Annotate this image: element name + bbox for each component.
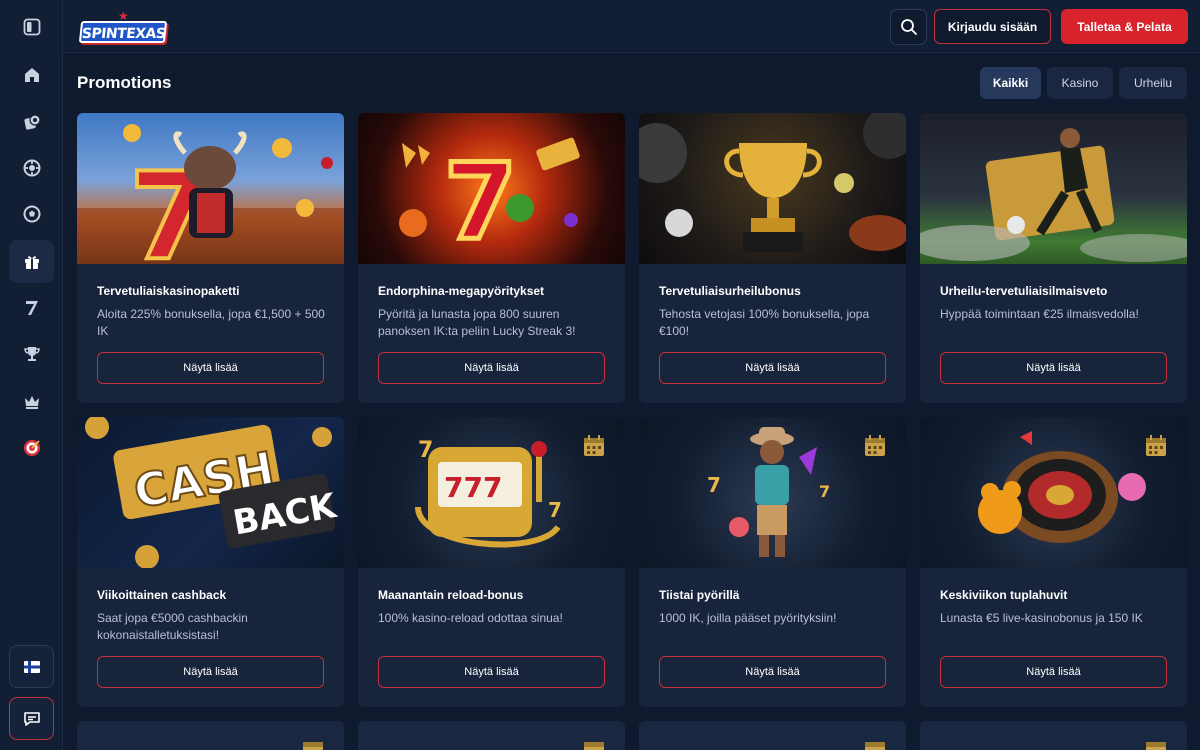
soccer-ball-icon (23, 205, 40, 222)
show-more-button[interactable]: Näytä lisää (97, 656, 324, 688)
show-more-button[interactable]: Näytä lisää (97, 352, 324, 384)
svg-text:7: 7 (707, 473, 721, 497)
promo-title: Keskiviikon tuplahuvit (940, 588, 1068, 602)
promo-card: Keskiviikon tuplahuvit Lunasta €5 live-k… (920, 417, 1187, 707)
sidebar-item-live-casino[interactable] (9, 146, 54, 189)
roulette-icon (23, 159, 40, 176)
sidebar-collapse-button[interactable] (9, 5, 54, 48)
svg-text:7: 7 (444, 141, 517, 263)
calendar-icon (1146, 742, 1166, 750)
promo-card: 7 Tervetuliaiskasinopaketti Aloita 225% … (77, 113, 344, 403)
trophy-icon (23, 346, 40, 361)
promo-title: Endorphina-megapyöritykset (378, 284, 545, 298)
seven-icon (25, 300, 38, 315)
calendar-icon (865, 435, 885, 456)
target-icon (23, 439, 40, 456)
calendar-icon (1146, 435, 1166, 456)
sidebar-item-casino[interactable] (9, 100, 54, 143)
calendar-icon (584, 435, 604, 456)
promo-card: 7 Endorphina-megapyöritykset Pyöritä ja … (358, 113, 625, 403)
sidebar-item-promotions[interactable] (9, 240, 54, 283)
chat-icon (23, 711, 40, 726)
brand-name: SPINTEXAS (78, 21, 168, 43)
promo-description: Lunasta €5 live-kasinobonus ja 150 IK (940, 611, 1143, 625)
login-button[interactable]: Kirjaudu sisään (934, 9, 1051, 44)
promo-card-partial[interactable] (77, 721, 344, 750)
show-more-button[interactable]: Näytä lisää (378, 352, 605, 384)
sidebar-item-vip[interactable] (9, 380, 54, 423)
search-icon (900, 19, 917, 35)
show-more-button[interactable]: Näytä lisää (378, 656, 605, 688)
filter-tab-sports[interactable]: Urheilu (1119, 67, 1187, 99)
filter-tab-casino[interactable]: Kasino (1047, 67, 1113, 99)
svg-text:7: 7 (548, 498, 562, 522)
calendar-icon (865, 742, 885, 750)
promo-card: Urheilu-tervetuliaisilmaisveto Hyppää to… (920, 113, 1187, 403)
crown-icon (24, 395, 39, 409)
promo-title: Tiistai pyörillä (659, 588, 740, 602)
sidebar-item-home[interactable] (9, 53, 54, 96)
brand-logo[interactable]: ★ SPINTEXAS (78, 10, 168, 46)
home-icon (24, 67, 39, 82)
promo-description: Pyöritä ja lunasta jopa 800 suuren panok… (378, 307, 576, 338)
finland-flag-icon (23, 660, 40, 673)
promo-image-tuesday-spins[interactable]: 7 7 (639, 417, 906, 568)
deposit-play-button[interactable]: Talletaa & Pelata (1061, 9, 1188, 44)
page-title: Promotions (77, 73, 172, 92)
promo-title: Viikoittainen cashback (97, 588, 227, 602)
calendar-icon (303, 742, 323, 750)
promo-description: 100% kasino-reload odottaa sinua! (378, 611, 563, 625)
filter-tab-all[interactable]: Kaikki (980, 67, 1041, 99)
svg-text:777: 777 (444, 471, 502, 504)
calendar-icon (584, 742, 604, 750)
show-more-button[interactable]: Näytä lisää (940, 656, 1167, 688)
promo-description: Hyppää toimintaan €25 ilmaisvedolla! (940, 307, 1139, 321)
sidebar-item-missions[interactable] (9, 426, 54, 469)
show-more-button[interactable]: Näytä lisää (659, 352, 886, 384)
casino-chip-icon (23, 113, 41, 130)
sidebar-item-tournaments[interactable] (9, 332, 54, 375)
promo-title: Urheilu-tervetuliaisilmaisveto (940, 284, 1108, 298)
promo-description: Saat jopa €5000 cashbackin kokonaistalle… (97, 611, 248, 642)
promo-image-casino-welcome[interactable]: 7 (77, 113, 344, 264)
sidebar-item-sports[interactable] (9, 192, 54, 235)
search-button[interactable] (890, 9, 927, 45)
promo-title: Tervetuliaiskasinopaketti (97, 284, 240, 298)
sidebar (0, 0, 63, 750)
language-selector[interactable] (9, 645, 54, 688)
promo-image-cashback[interactable]: CASH BACK (77, 417, 344, 568)
promo-card: 777 7 7 Maanantain reload-bonus 100% kas… (358, 417, 625, 707)
promo-image-monday-reload[interactable]: 777 7 7 (358, 417, 625, 568)
svg-text:7: 7 (418, 438, 433, 463)
collapse-icon (23, 18, 40, 35)
gift-icon (24, 255, 39, 269)
show-more-button[interactable]: Näytä lisää (940, 352, 1167, 384)
promo-image-sports-welcome[interactable] (639, 113, 906, 264)
promo-image-sports-freebet[interactable] (920, 113, 1187, 264)
promo-card-partial[interactable] (920, 721, 1187, 750)
promo-card-partial[interactable] (358, 721, 625, 750)
top-header: ★ SPINTEXAS Kirjaudu sisään Talletaa & P… (63, 0, 1200, 53)
promo-description: Tehosta vetojasi 100% bonuksella, jopa €… (659, 307, 870, 338)
sidebar-item-slots[interactable] (9, 286, 54, 329)
promo-description: 1000 IK, joilla pääset pyörityksiin! (659, 611, 837, 625)
promo-card-partial[interactable] (639, 721, 906, 750)
promo-title: Tervetuliaisurheilubonus (659, 284, 801, 298)
promo-title: Maanantain reload-bonus (378, 588, 524, 602)
promo-description: Aloita 225% bonuksella, jopa €1,500 + 50… (97, 307, 325, 338)
promo-card: 7 7 Tiistai pyörillä 1000 IK, joilla pää… (639, 417, 906, 707)
promo-image-wednesday-double[interactable] (920, 417, 1187, 568)
promo-image-endorphina[interactable]: 7 (358, 113, 625, 264)
svg-text:7: 7 (819, 482, 830, 501)
live-chat-button[interactable] (9, 697, 54, 740)
promo-card: CASH BACK Viikoittainen cashback Saat jo… (77, 417, 344, 707)
promo-card: Tervetuliaisurheilubonus Tehosta vetojas… (639, 113, 906, 403)
show-more-button[interactable]: Näytä lisää (659, 656, 886, 688)
